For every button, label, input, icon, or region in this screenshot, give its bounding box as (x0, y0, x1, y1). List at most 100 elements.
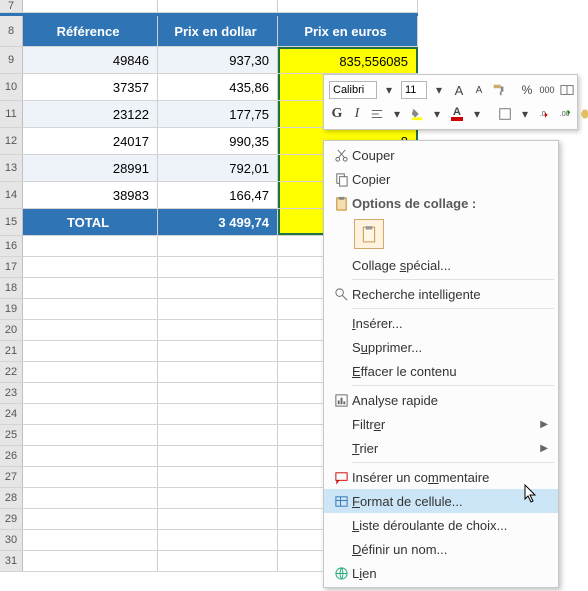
cell[interactable] (158, 299, 278, 319)
chevron-down-icon[interactable]: ▾ (469, 105, 485, 123)
cell[interactable] (23, 446, 158, 466)
cell[interactable] (23, 278, 158, 298)
cell[interactable] (158, 467, 278, 487)
cell[interactable] (23, 0, 158, 12)
row-number[interactable]: 16 (0, 236, 23, 256)
row-number[interactable]: 22 (0, 362, 23, 382)
cell[interactable] (23, 404, 158, 424)
cell[interactable] (158, 236, 278, 256)
cell[interactable] (23, 236, 158, 256)
cell[interactable] (23, 341, 158, 361)
row-number[interactable]: 17 (0, 257, 23, 277)
cell-dollar[interactable]: 937,30 (158, 47, 278, 73)
cell[interactable] (158, 257, 278, 277)
row-number[interactable]: 21 (0, 341, 23, 361)
chevron-down-icon[interactable]: ▾ (517, 105, 533, 123)
row-number[interactable]: 14 (0, 182, 23, 208)
cell[interactable] (23, 467, 158, 487)
fill-color-icon[interactable] (409, 105, 425, 123)
cell-ref[interactable]: 37357 (23, 74, 158, 100)
row-number[interactable]: 31 (0, 551, 23, 571)
decrease-font-icon[interactable]: A (471, 81, 487, 99)
cell[interactable] (158, 488, 278, 508)
borders-icon[interactable] (497, 105, 513, 123)
cell[interactable] (23, 320, 158, 340)
cell-dollar[interactable]: 435,86 (158, 74, 278, 100)
menu-hyperlink[interactable]: Lien (324, 561, 558, 585)
cell[interactable] (23, 383, 158, 403)
row-number[interactable]: 29 (0, 509, 23, 529)
cell[interactable] (158, 362, 278, 382)
row-number[interactable]: 30 (0, 530, 23, 550)
cell[interactable] (23, 299, 158, 319)
increase-font-icon[interactable]: A (451, 81, 467, 99)
menu-filter[interactable]: Filtrer ▶ (324, 412, 558, 436)
font-size-input[interactable] (401, 81, 427, 99)
bold-button[interactable]: G (329, 105, 345, 123)
row-number[interactable]: 24 (0, 404, 23, 424)
menu-copy[interactable]: Copier (324, 167, 558, 191)
row-number[interactable]: 20 (0, 320, 23, 340)
cell[interactable] (158, 320, 278, 340)
cell[interactable] (158, 551, 278, 571)
row-number[interactable]: 15 (0, 209, 23, 235)
cell[interactable] (158, 509, 278, 529)
menu-quick-analysis[interactable]: Analyse rapide (324, 388, 558, 412)
total-label[interactable]: TOTAL (23, 209, 158, 235)
cell-ref[interactable]: 23122 (23, 101, 158, 127)
chevron-down-icon[interactable]: ▾ (429, 105, 445, 123)
thousands-icon[interactable]: 000 (539, 81, 555, 99)
align-icon[interactable] (369, 105, 385, 123)
menu-delete[interactable]: Supprimer... (324, 335, 558, 359)
increase-decimal-icon[interactable]: .00 (557, 105, 573, 123)
cell[interactable] (158, 404, 278, 424)
cell[interactable] (23, 362, 158, 382)
menu-smart-lookup[interactable]: Recherche intelligente (324, 282, 558, 306)
cell[interactable] (23, 551, 158, 571)
menu-define-name[interactable]: Définir un nom... (324, 537, 558, 561)
row-number[interactable]: 11 (0, 101, 23, 127)
menu-insert[interactable]: Insérer... (324, 311, 558, 335)
cell[interactable] (23, 509, 158, 529)
row-number[interactable]: 26 (0, 446, 23, 466)
cell-ref[interactable]: 49846 (23, 47, 158, 73)
menu-dropdown-list[interactable]: Liste déroulante de choix... (324, 513, 558, 537)
row-number[interactable]: 23 (0, 383, 23, 403)
cell[interactable] (158, 446, 278, 466)
italic-button[interactable]: I (349, 105, 365, 123)
cell[interactable] (23, 488, 158, 508)
cell-dollar[interactable]: 177,75 (158, 101, 278, 127)
cell[interactable] (278, 0, 418, 12)
percent-icon[interactable]: % (519, 81, 535, 99)
font-color-icon[interactable]: A (449, 105, 465, 123)
cell[interactable] (158, 278, 278, 298)
row-number[interactable]: 18 (0, 278, 23, 298)
row-number[interactable]: 8 (0, 16, 23, 46)
menu-cut[interactable]: Couper (324, 143, 558, 167)
header-dollar[interactable]: Prix en dollar (158, 16, 278, 46)
cell[interactable] (158, 341, 278, 361)
cell[interactable] (23, 425, 158, 445)
menu-clear[interactable]: Effacer le contenu (324, 359, 558, 383)
row-number[interactable]: 9 (0, 47, 23, 73)
row-number[interactable]: 25 (0, 425, 23, 445)
row-number[interactable]: 19 (0, 299, 23, 319)
chevron-down-icon[interactable]: ▾ (381, 81, 397, 99)
header-reference[interactable]: Référence (23, 16, 158, 46)
row-number[interactable]: 27 (0, 467, 23, 487)
font-name-input[interactable] (329, 81, 377, 99)
format-icon[interactable] (577, 105, 588, 123)
cell[interactable] (158, 383, 278, 403)
cell[interactable] (23, 257, 158, 277)
menu-insert-comment[interactable]: Insérer un commentaire (324, 465, 558, 489)
format-painter-icon[interactable] (491, 81, 507, 99)
chevron-down-icon[interactable]: ▾ (431, 81, 447, 99)
row-number[interactable]: 12 (0, 128, 23, 154)
row-number[interactable]: 13 (0, 155, 23, 181)
cell[interactable] (23, 530, 158, 550)
cell-euro[interactable]: 835,556085 (278, 47, 418, 73)
row-number[interactable]: 10 (0, 74, 23, 100)
chevron-down-icon[interactable]: ▾ (389, 105, 405, 123)
cell-dollar[interactable]: 166,47 (158, 182, 278, 208)
row-number[interactable]: 28 (0, 488, 23, 508)
